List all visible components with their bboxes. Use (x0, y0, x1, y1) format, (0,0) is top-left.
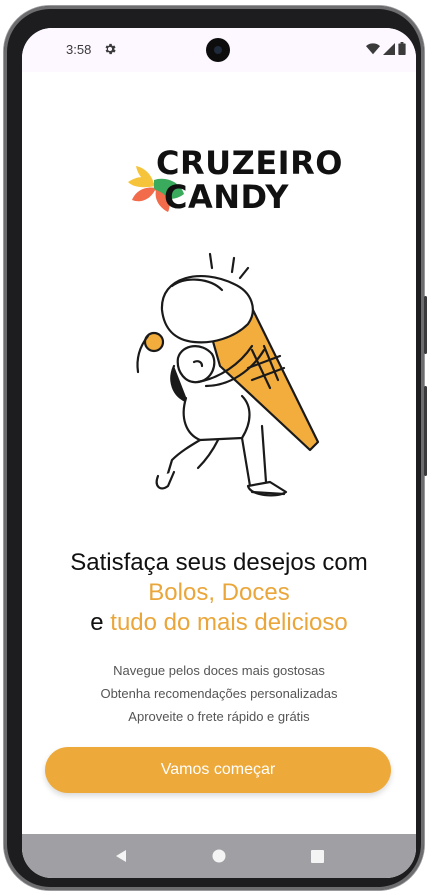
brand-line-2: CANDY (164, 178, 289, 216)
feature-list: Navegue pelos doces mais gostosas Obtenh… (22, 659, 416, 728)
home-icon (212, 849, 226, 863)
home-button[interactable] (208, 845, 230, 867)
feature-item: Aproveite o frete rápido e grátis (128, 709, 310, 724)
headline-line-3-prefix: e (90, 609, 104, 636)
front-camera (206, 38, 230, 62)
headline-line-1: Satisfaça seus desejos com (70, 549, 368, 576)
screen: 3:58 CRUZEIRO CANDY Satisfaça seus desej… (22, 28, 416, 878)
brand-line-1: CRUZEIRO (156, 144, 343, 182)
gear-icon (105, 43, 116, 55)
headline-line-3-accent: tudo do mais delicioso (110, 609, 348, 636)
brand-logo: CRUZEIRO CANDY (126, 146, 342, 218)
navigation-bar (22, 834, 416, 878)
back-button[interactable] (110, 845, 132, 867)
ice-cream-illustration (136, 252, 320, 497)
battery-icon (398, 42, 406, 55)
status-icons (366, 42, 406, 55)
brand-name: CRUZEIRO CANDY (156, 146, 343, 214)
headline: Satisfaça seus desejos com Bolos, Doces … (22, 548, 416, 638)
recents-icon (310, 849, 324, 863)
volume-button (424, 386, 427, 476)
status-time: 3:58 (66, 42, 92, 57)
power-button (424, 296, 427, 354)
phone-frame: 3:58 CRUZEIRO CANDY Satisfaça seus desej… (4, 6, 427, 890)
recents-button[interactable] (306, 845, 328, 867)
wifi-icon (366, 42, 380, 54)
back-icon (116, 850, 126, 862)
signal-icon (383, 42, 395, 55)
status-bar: 3:58 (22, 28, 416, 72)
feature-item: Obtenha recomendações personalizadas (100, 686, 338, 701)
headline-line-3: e tudo do mais delicioso (22, 608, 416, 638)
feature-item: Navegue pelos doces mais gostosas (113, 663, 325, 678)
get-started-button[interactable]: Vamos começar (45, 747, 391, 793)
headline-line-2: Bolos, Doces (148, 579, 290, 606)
